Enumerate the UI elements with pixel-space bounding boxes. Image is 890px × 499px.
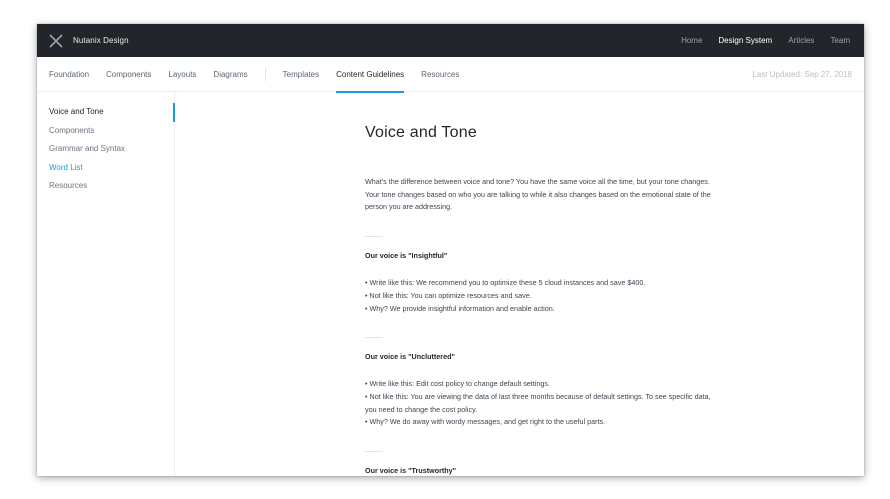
sidebar-item-components[interactable]: Components — [37, 122, 174, 141]
top-nav-team[interactable]: Team — [830, 36, 850, 45]
bullet-item: • Write like this: We recommend you to o… — [365, 278, 646, 288]
subnav-divider — [264, 67, 266, 81]
subnav-diagrams[interactable]: Diagrams — [213, 57, 247, 92]
subnav-layouts[interactable]: Layouts — [168, 57, 196, 92]
bullet-item: • Why? We do away with wordy messages, a… — [365, 417, 606, 427]
subnav-foundation[interactable]: Foundation — [49, 57, 89, 92]
section-title-insightful: Our voice is "Insightful" — [365, 251, 448, 261]
sidebar-item-resources[interactable]: Resources — [37, 177, 174, 196]
brand-name[interactable]: Nutanix Design — [73, 36, 129, 45]
main-content: Voice and Tone What's the difference bet… — [365, 124, 715, 476]
top-nav: Home Design System Articles Team — [681, 36, 850, 45]
nutanix-logo-icon[interactable] — [49, 33, 63, 48]
top-nav-articles[interactable]: Articles — [788, 36, 814, 45]
section-bullets-uncluttered: • Write like this: Edit cost policy to c… — [365, 378, 715, 429]
section-title-uncluttered: Our voice is "Uncluttered" — [365, 352, 455, 362]
top-nav-home[interactable]: Home — [681, 36, 702, 45]
browser-window: Nutanix Design Home Design System Articl… — [37, 24, 864, 476]
top-header: Nutanix Design Home Design System Articl… — [37, 24, 864, 57]
section-title-trustworthy: Our voice is "Trustworthy" — [365, 466, 457, 476]
section-bullets-insightful: • Write like this: We recommend you to o… — [365, 277, 715, 315]
page-body: Voice and Tone Components Grammar and Sy… — [37, 92, 864, 476]
top-nav-design-system[interactable]: Design System — [718, 36, 772, 45]
bullet-item: • Not like this: You are viewing the dat… — [365, 391, 711, 414]
bullet-item: • Write like this: Edit cost policy to c… — [365, 379, 550, 389]
sidebar-item-word-list[interactable]: Word List — [37, 159, 174, 178]
section-divider — [365, 337, 383, 339]
section-divider — [365, 451, 383, 453]
subnav-content-guidelines[interactable]: Content Guidelines — [336, 57, 405, 93]
bullet-item: • Not like this: You can optimize resour… — [365, 290, 532, 300]
section-divider — [365, 236, 383, 238]
subnav-resources[interactable]: Resources — [421, 57, 459, 92]
subnav-components[interactable]: Components — [106, 57, 151, 92]
last-updated-text: Last Updated: Sep 27, 2018 — [752, 69, 852, 79]
bullet-item: • Why? We provide insightful information… — [365, 303, 555, 313]
sidebar-item-voice-and-tone[interactable]: Voice and Tone — [37, 103, 175, 122]
intro-paragraph: What's the difference between voice and … — [365, 177, 711, 212]
sidebar-item-grammar-and-syntax[interactable]: Grammar and Syntax — [37, 140, 174, 159]
secondary-nav: Foundation Components Layouts Diagrams T… — [37, 57, 864, 93]
page-title: Voice and Tone — [365, 124, 477, 141]
subnav-templates[interactable]: Templates — [283, 57, 319, 92]
sidebar: Voice and Tone Components Grammar and Sy… — [37, 92, 175, 476]
